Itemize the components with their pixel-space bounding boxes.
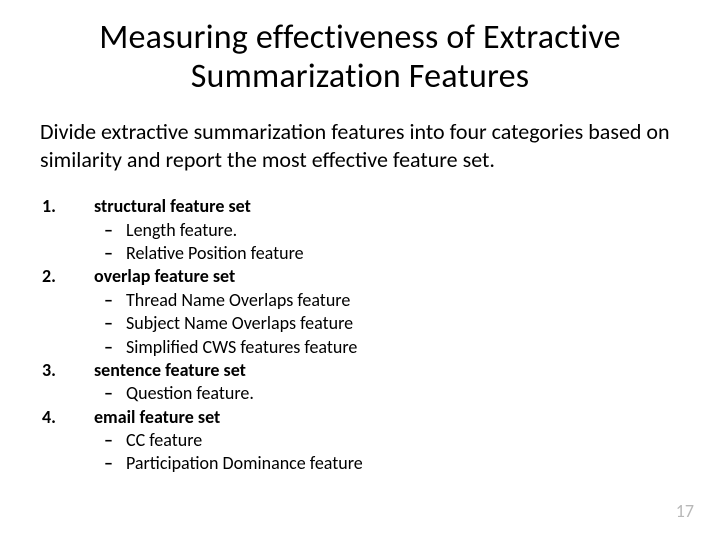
sub-list: CC feature Participation Dominance featu… [104,429,680,476]
sub-list: Question feature. [104,382,680,405]
category-name: structural feature set [94,195,251,217]
page-number: 17 [676,500,694,522]
list-item: CC feature [104,429,680,452]
category-name: sentence feature set [94,359,246,381]
category-list: structural feature set Length feature. R… [40,195,680,476]
list-item: overlap feature set Thread Name Overlaps… [40,265,680,359]
list-item: structural feature set Length feature. R… [40,195,680,265]
intro-paragraph: Divide extractive summarization features… [40,118,680,173]
list-item: email feature set CC feature Participati… [40,406,680,476]
sub-list: Thread Name Overlaps feature Subject Nam… [104,289,680,359]
slide-title: Measuring effectiveness of Extractive Su… [50,18,670,96]
list-item: Participation Dominance feature [104,452,680,475]
list-item: Length feature. [104,219,680,242]
list-item: Question feature. [104,382,680,405]
list-item: Thread Name Overlaps feature [104,289,680,312]
slide: Measuring effectiveness of Extractive Su… [0,0,720,540]
list-item: Simplified CWS features feature [104,336,680,359]
list-item: sentence feature set Question feature. [40,359,680,406]
list-item: Subject Name Overlaps feature [104,312,680,335]
category-name: overlap feature set [94,265,235,287]
list-item: Relative Position feature [104,242,680,265]
category-name: email feature set [94,406,220,428]
sub-list: Length feature. Relative Position featur… [104,219,680,266]
